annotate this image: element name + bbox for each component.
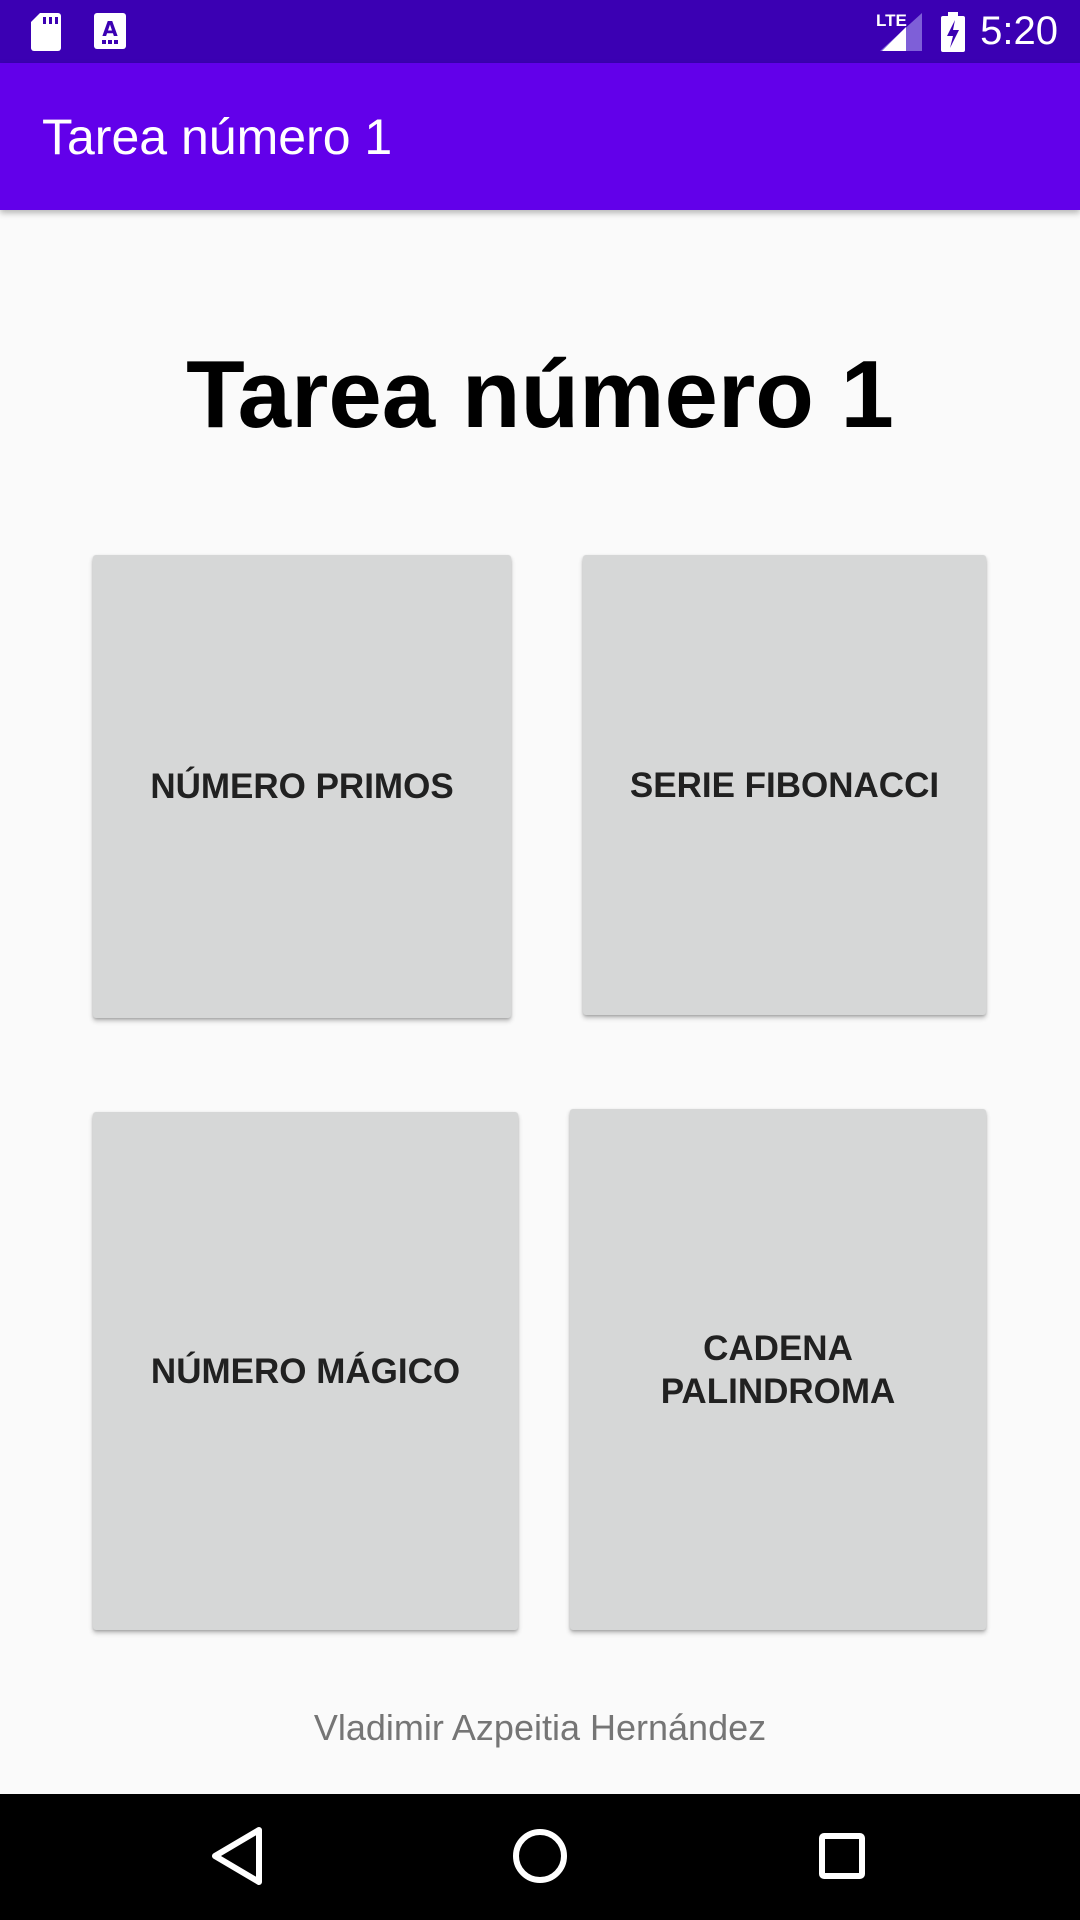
serie-fibonacci-button[interactable]: SERIE FIBONACCI [583,555,986,1015]
cadena-palindroma-button[interactable]: CADENA PALINDROMA [570,1109,986,1630]
cadena-palindroma-label: CADENA PALINDROMA [661,1327,896,1413]
page-title: Tarea número 1 [186,341,894,448]
numero-primos-label: NÚMERO PRIMOS [150,767,454,806]
cadena-palindroma-label-line-2: PALINDROMA [660,1371,896,1411]
signal-icon [880,13,922,51]
author-name: Vladimir Azpeitia Hernández [313,1707,767,1748]
status-bar: A LTE 5:20 [0,0,1080,63]
app-bar-title: Tarea número 1 [42,109,393,165]
navigation-bar [0,1794,1080,1920]
status-time: 5:20 [980,9,1058,53]
font-app-icon: A [94,13,126,49]
svg-text:A: A [102,17,118,41]
numero-magico-button[interactable]: NÚMERO MÁGICO [93,1112,518,1630]
numero-primos-button[interactable]: NÚMERO PRIMOS [93,555,511,1018]
home-icon[interactable] [508,1824,572,1888]
sd-card-icon [31,13,61,51]
app-bar: Tarea número 1 [0,63,1080,210]
serie-fibonacci-label: SERIE FIBONACCI [629,765,940,805]
battery-charging-icon [941,12,965,52]
cadena-palindroma-label-line-1: CADENA [703,1328,853,1368]
back-icon[interactable] [207,1824,267,1888]
numero-magico-label: NÚMERO MÁGICO [150,1351,461,1391]
recents-icon[interactable] [810,1824,874,1888]
